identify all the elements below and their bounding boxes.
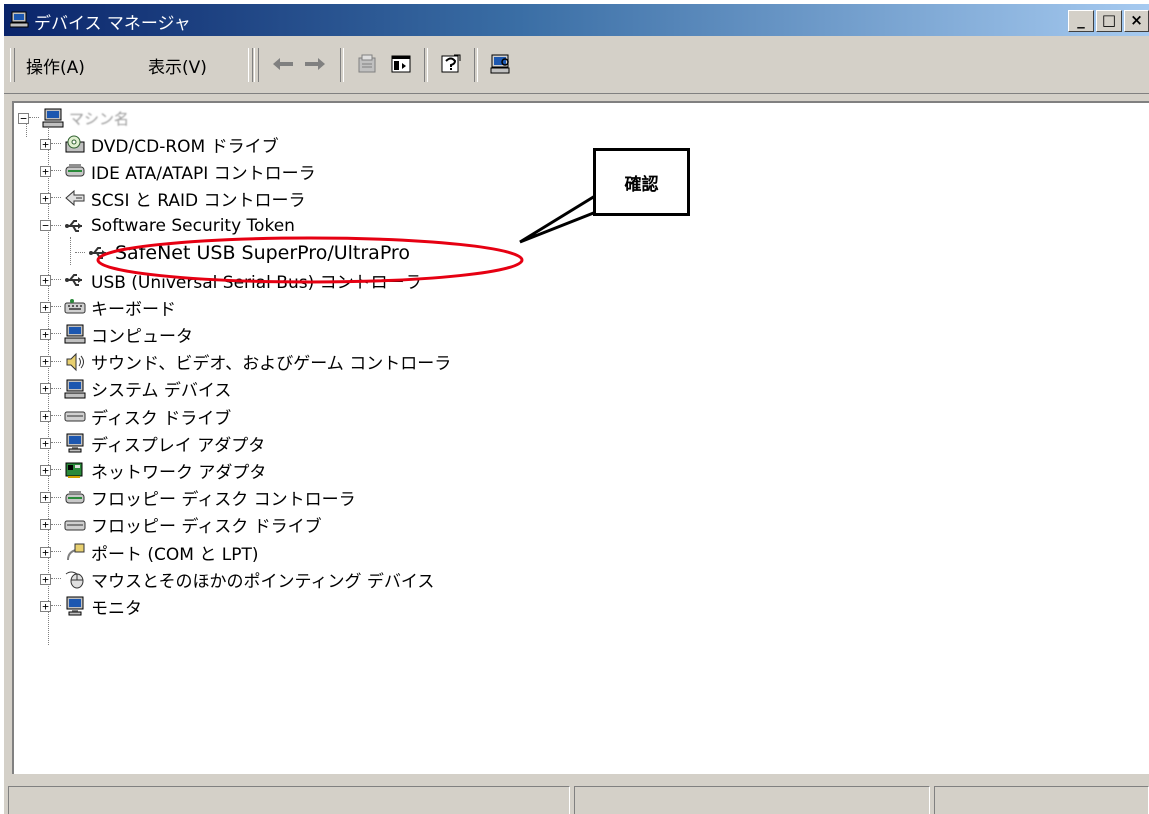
- highlight-ellipse: [96, 236, 524, 284]
- callout-pointer: [519, 193, 598, 244]
- annotation-overlay: [96, 193, 598, 284]
- confirm-callout: 確認: [593, 148, 690, 216]
- callout-label: 確認: [624, 174, 659, 195]
